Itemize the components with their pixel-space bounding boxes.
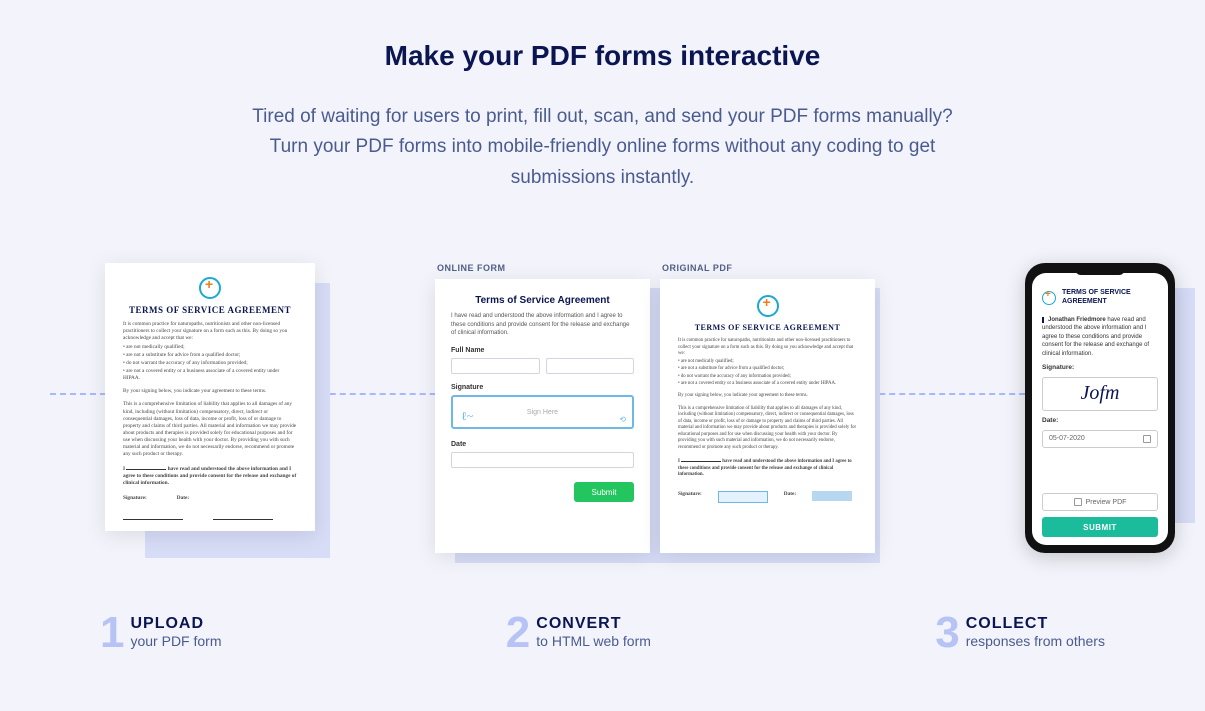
upload-pdf-preview: TERMS OF SERVICE AGREEMENT It is common … bbox=[105, 263, 315, 531]
phone-screen: TERMS OF SERVICE AGREEMENT Jonathan Frie… bbox=[1032, 273, 1168, 545]
convert-preview: ONLINE FORM Terms of Service Agreement I… bbox=[435, 263, 875, 553]
orig-bullet-3: • do not warrant the accuracy of any inf… bbox=[678, 374, 857, 380]
step-2-number: 2 bbox=[506, 613, 530, 653]
doc-date-label: Date: bbox=[177, 495, 189, 502]
phone-date-value: 05-07-2020 bbox=[1049, 435, 1085, 442]
doc-consent: I have read and understood the above inf… bbox=[123, 465, 297, 487]
phone-submit-button[interactable]: SUBMIT bbox=[1042, 517, 1158, 537]
orig-bullet-4: • are not a covered entity or a business… bbox=[678, 381, 857, 387]
orig-date-highlight bbox=[812, 491, 852, 501]
date-input[interactable] bbox=[451, 452, 634, 468]
signature-pad[interactable]: Sign Here ℓ~ ⟲ bbox=[451, 395, 634, 429]
orig-bullet-2: • are not a substitute for advice from a… bbox=[678, 366, 857, 372]
step-1-number: 1 bbox=[100, 613, 124, 653]
step-collect: 3 COLLECT responses from others bbox=[935, 613, 1105, 653]
step-upload: 1 UPLOAD your PDF form bbox=[100, 613, 222, 653]
orig-body: It is common practice for naturopaths, n… bbox=[678, 338, 857, 502]
doc-p3: This is a comprehensive limitation of li… bbox=[123, 401, 297, 458]
online-form-title: Terms of Service Agreement bbox=[451, 295, 634, 306]
doc-bullet-4: • are not a covered entity or a business… bbox=[123, 368, 297, 382]
online-form-column: ONLINE FORM Terms of Service Agreement I… bbox=[435, 263, 650, 553]
original-pdf-card: TERMS OF SERVICE AGREEMENT It is common … bbox=[660, 279, 875, 553]
orig-logo-icon bbox=[757, 295, 779, 317]
preview-pdf-button[interactable]: Preview PDF bbox=[1042, 493, 1158, 511]
online-form-card: Terms of Service Agreement I have read a… bbox=[435, 279, 650, 553]
step-3-desc: responses from others bbox=[966, 633, 1105, 649]
phone-form-title: TERMS OF SERVICE AGREEMENT bbox=[1062, 289, 1158, 306]
online-form-desc: I have read and understood the above inf… bbox=[451, 312, 634, 337]
phone-date-label: Date: bbox=[1042, 417, 1158, 424]
orig-bullet-1: • are not medically qualified; bbox=[678, 359, 857, 365]
step-2-desc: to HTML web form bbox=[536, 633, 651, 649]
collect-phone-preview: TERMS OF SERVICE AGREEMENT Jonathan Frie… bbox=[1025, 263, 1175, 553]
doc-p1: It is common practice for naturopaths, n… bbox=[123, 321, 297, 342]
phone-notch bbox=[1075, 269, 1125, 275]
doc-date-line bbox=[213, 510, 273, 520]
doc-title: TERMS OF SERVICE AGREEMENT bbox=[123, 305, 297, 315]
calendar-icon bbox=[1143, 435, 1151, 443]
phone-user-name: Jonathan Friedmore bbox=[1048, 317, 1106, 323]
doc-bullet-3: • do not warrant the accuracy of any inf… bbox=[123, 360, 297, 367]
orig-date-label: Date: bbox=[784, 491, 796, 503]
phone-signature-label: Signature: bbox=[1042, 364, 1158, 371]
preview-pdf-label: Preview PDF bbox=[1086, 499, 1127, 506]
orig-name-blank bbox=[681, 457, 721, 462]
signature-scribble-icon: ℓ~ bbox=[461, 409, 473, 424]
step-convert: 2 CONVERT to HTML web form bbox=[506, 613, 651, 653]
submit-button[interactable]: Submit bbox=[574, 482, 634, 502]
orig-signature-label: Signature: bbox=[678, 491, 702, 503]
pdf-icon bbox=[1074, 498, 1082, 506]
illustration-stage: TERMS OF SERVICE AGREEMENT It is common … bbox=[50, 263, 1155, 573]
doc-signature-line bbox=[123, 510, 183, 520]
firstname-input[interactable] bbox=[451, 358, 540, 374]
orig-p1: It is common practice for naturopaths, n… bbox=[678, 338, 857, 357]
doc-body: It is common practice for naturopaths, n… bbox=[123, 321, 297, 520]
phone-logo-icon bbox=[1042, 291, 1056, 305]
signature-clear-icon[interactable]: ⟲ bbox=[619, 415, 626, 424]
hero-title: Make your PDF forms interactive bbox=[50, 40, 1155, 72]
orig-signature-highlight bbox=[718, 491, 768, 503]
date-label: Date bbox=[451, 441, 634, 448]
signature-label: Signature bbox=[451, 384, 634, 391]
step-1-heading: UPLOAD bbox=[130, 615, 221, 633]
hero-subtitle: Tired of waiting for users to print, fil… bbox=[233, 102, 973, 193]
sign-here-text: Sign Here bbox=[527, 409, 558, 416]
fullname-label: Full Name bbox=[451, 347, 634, 354]
orig-p2: By your signing below, you indicate your… bbox=[678, 393, 857, 399]
step-2-heading: CONVERT bbox=[536, 615, 651, 633]
step-3-number: 3 bbox=[935, 613, 959, 653]
step-3-heading: COLLECT bbox=[966, 615, 1105, 633]
phone-date-input[interactable]: 05-07-2020 bbox=[1042, 430, 1158, 448]
steps-row: 1 UPLOAD your PDF form 2 CONVERT to HTML… bbox=[50, 613, 1155, 653]
doc-name-blank bbox=[126, 465, 166, 470]
step-1-desc: your PDF form bbox=[130, 633, 221, 649]
online-form-head: ONLINE FORM bbox=[435, 263, 650, 273]
lastname-input[interactable] bbox=[546, 358, 635, 374]
doc-logo-icon bbox=[199, 277, 221, 299]
orig-title: TERMS OF SERVICE AGREEMENT bbox=[678, 323, 857, 332]
orig-p3: This is a comprehensive limitation of li… bbox=[678, 406, 857, 451]
doc-p2: By your signing below, you indicate your… bbox=[123, 388, 297, 395]
doc-bullet-1: • are not medically qualified; bbox=[123, 344, 297, 351]
original-pdf-head: ORIGINAL PDF bbox=[660, 263, 875, 273]
doc-bullet-2: • are not a substitute for advice from a… bbox=[123, 352, 297, 359]
orig-consent: I have read and understood the above inf… bbox=[678, 457, 857, 478]
phone-consent-text: Jonathan Friedmore have read and underst… bbox=[1042, 316, 1158, 358]
original-pdf-column: ORIGINAL PDF TERMS OF SERVICE AGREEMENT … bbox=[660, 263, 875, 553]
doc-signature-label: Signature: bbox=[123, 495, 147, 502]
phone-signature-value[interactable]: Jofm bbox=[1042, 377, 1158, 411]
